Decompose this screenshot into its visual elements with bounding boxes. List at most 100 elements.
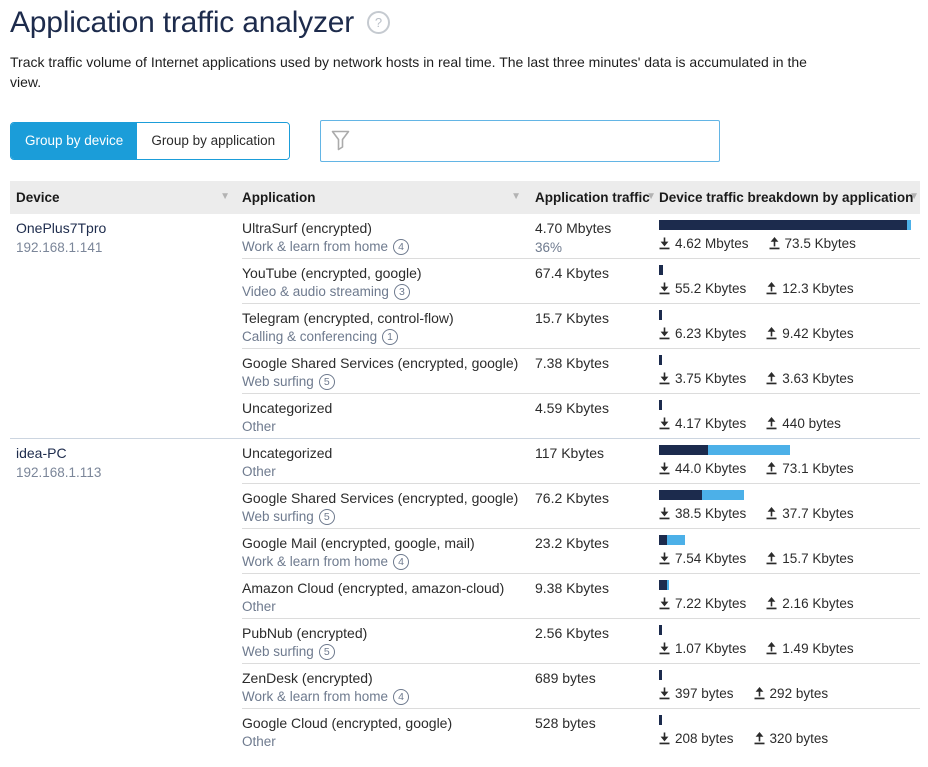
filter-box[interactable]: [320, 120, 720, 162]
table-row[interactable]: YouTube (encrypted, google) Video & audi…: [10, 259, 920, 304]
device-cell: [10, 529, 242, 574]
upload-stat: 3.63 Kbytes: [766, 371, 853, 386]
category-count-badge: 1: [382, 329, 398, 345]
application-traffic-cell: 15.7 Kbytes: [535, 304, 659, 349]
upload-icon: [769, 237, 780, 250]
application-category: Other: [242, 734, 535, 749]
device-cell: [10, 304, 242, 349]
traffic-breakdown-cell: 208 bytes 320 bytes: [659, 709, 920, 754]
page-description: Track traffic volume of Internet applica…: [10, 53, 828, 93]
upload-icon: [766, 597, 777, 610]
upload-value: 2.16 Kbytes: [782, 596, 853, 611]
category-label: Video & audio streaming: [242, 284, 389, 299]
device-cell: [10, 619, 242, 664]
filter-input[interactable]: [358, 121, 709, 161]
upload-value: 73.1 Kbytes: [782, 461, 853, 476]
device-cell: idea-PC 192.168.1.113: [10, 439, 242, 484]
download-bar-segment: [659, 355, 662, 365]
application-category: Video & audio streaming 3: [242, 284, 535, 300]
upload-bar-segment: [702, 490, 744, 500]
traffic-breakdown-cell: 3.75 Kbytes 3.63 Kbytes: [659, 349, 920, 394]
upload-value: 12.3 Kbytes: [782, 281, 853, 296]
updown-values: 4.62 Mbytes 73.5 Kbytes: [659, 236, 920, 251]
application-category: Other: [242, 464, 535, 479]
filter-funnel-icon: [331, 130, 350, 151]
upload-bar-segment: [708, 445, 790, 455]
table-row[interactable]: OnePlus7Tpro 192.168.1.141 UltraSurf (en…: [10, 214, 920, 259]
category-count-badge: 5: [319, 374, 335, 390]
upload-value: 73.5 Kbytes: [785, 236, 856, 251]
application-name: Uncategorized: [242, 400, 535, 416]
upload-bar-segment: [667, 580, 669, 590]
download-value: 4.62 Mbytes: [675, 236, 749, 251]
table-row[interactable]: Google Shared Services (encrypted, googl…: [10, 349, 920, 394]
download-value: 397 bytes: [675, 686, 734, 701]
column-header-traffic-breakdown: Device traffic breakdown by application …: [659, 181, 920, 214]
category-count-badge: 5: [319, 509, 335, 525]
help-icon[interactable]: ?: [367, 11, 390, 34]
traffic-table: Device ▼ Application ▼ Application traff…: [10, 181, 920, 754]
download-stat: 6.23 Kbytes: [659, 326, 746, 341]
traffic-breakdown-cell: 1.07 Kbytes 1.49 Kbytes: [659, 619, 920, 664]
traffic-bar: [659, 670, 920, 680]
table-row[interactable]: Uncategorized Other 4.59 Kbytes: [10, 394, 920, 439]
application-category: Other: [242, 419, 535, 434]
application-cell: Uncategorized Other: [242, 439, 535, 484]
download-value: 1.07 Kbytes: [675, 641, 746, 656]
upload-icon: [754, 732, 765, 745]
download-bar-segment: [659, 670, 662, 680]
download-icon: [659, 327, 670, 340]
page-header: Application traffic analyzer ? Track tra…: [0, 0, 928, 93]
download-value: 38.5 Kbytes: [675, 506, 746, 521]
sort-arrow-traffic-icon[interactable]: ▼: [646, 192, 656, 202]
download-bar-segment: [659, 580, 667, 590]
updown-values: 4.17 Kbytes 440 bytes: [659, 416, 920, 431]
traffic-bar: [659, 265, 920, 275]
traffic-bar: [659, 400, 920, 410]
device-cell: [10, 349, 242, 394]
sort-arrow-breakdown-icon[interactable]: ▼: [909, 192, 919, 202]
column-header-device: Device ▼: [10, 181, 242, 214]
updown-values: 55.2 Kbytes 12.3 Kbytes: [659, 281, 920, 296]
application-traffic-value: 4.59 Kbytes: [535, 400, 659, 416]
upload-icon: [766, 372, 777, 385]
table-row[interactable]: Google Shared Services (encrypted, googl…: [10, 484, 920, 529]
upload-value: 320 bytes: [770, 731, 829, 746]
traffic-breakdown-cell: 6.23 Kbytes 9.42 Kbytes: [659, 304, 920, 349]
table-row[interactable]: Google Cloud (encrypted, google) Other 5…: [10, 709, 920, 754]
table-row[interactable]: Google Mail (encrypted, google, mail) Wo…: [10, 529, 920, 574]
table-row[interactable]: PubNub (encrypted) Web surfing 5 2.56 Kb…: [10, 619, 920, 664]
download-stat: 208 bytes: [659, 731, 734, 746]
application-traffic-value: 117 Kbytes: [535, 445, 659, 461]
tab-group-by-application[interactable]: Group by application: [137, 123, 289, 159]
upload-stat: 2.16 Kbytes: [766, 596, 853, 611]
application-traffic-value: 689 bytes: [535, 670, 659, 686]
download-bar-segment: [659, 625, 662, 635]
upload-stat: 15.7 Kbytes: [766, 551, 853, 566]
upload-value: 292 bytes: [770, 686, 829, 701]
application-category: Web surfing 5: [242, 374, 535, 390]
download-stat: 44.0 Kbytes: [659, 461, 746, 476]
category-label: Other: [242, 599, 276, 614]
upload-value: 15.7 Kbytes: [782, 551, 853, 566]
tab-group-by-device[interactable]: Group by device: [11, 123, 137, 159]
table-row[interactable]: Telegram (encrypted, control-flow) Calli…: [10, 304, 920, 349]
download-value: 7.54 Kbytes: [675, 551, 746, 566]
table-row[interactable]: idea-PC 192.168.1.113 Uncategorized Othe…: [10, 439, 920, 484]
application-cell: YouTube (encrypted, google) Video & audi…: [242, 259, 535, 304]
download-icon: [659, 462, 670, 475]
application-name: Amazon Cloud (encrypted, amazon-cloud): [242, 580, 535, 596]
application-name: Google Shared Services (encrypted, googl…: [242, 490, 535, 506]
sort-arrow-application-icon[interactable]: ▼: [511, 192, 521, 202]
upload-icon: [766, 642, 777, 655]
table-row[interactable]: Amazon Cloud (encrypted, amazon-cloud) O…: [10, 574, 920, 619]
application-cell: PubNub (encrypted) Web surfing 5: [242, 619, 535, 664]
application-traffic-cell: 689 bytes: [535, 664, 659, 709]
application-traffic-cell: 9.38 Kbytes: [535, 574, 659, 619]
table-row[interactable]: ZenDesk (encrypted) Work & learn from ho…: [10, 664, 920, 709]
traffic-bar: [659, 490, 920, 500]
download-icon: [659, 282, 670, 295]
application-traffic-cell: 23.2 Kbytes: [535, 529, 659, 574]
application-category: Calling & conferencing 1: [242, 329, 535, 345]
sort-arrow-device-icon[interactable]: ▼: [220, 192, 230, 202]
